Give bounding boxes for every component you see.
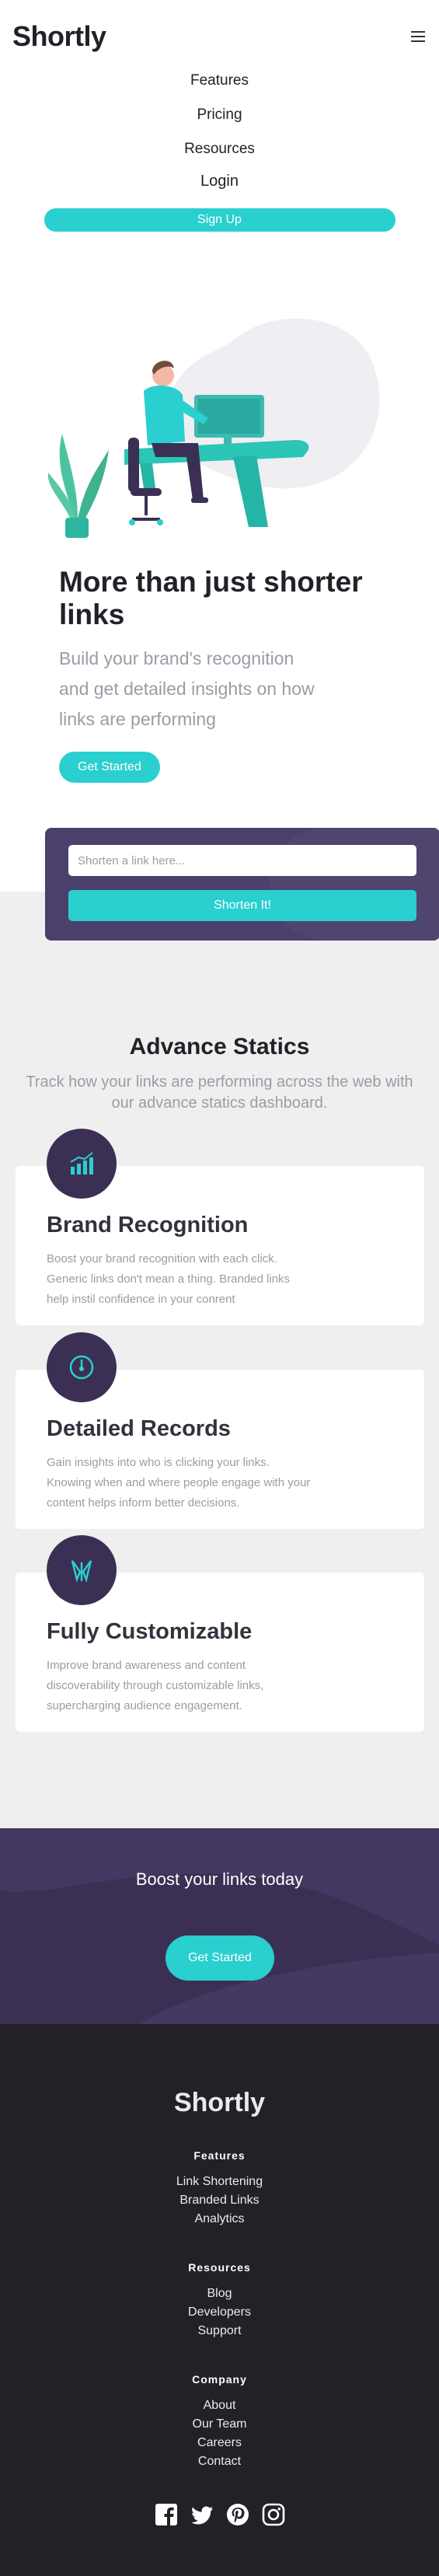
header: Shortly xyxy=(0,0,439,75)
footer-link[interactable]: Blog xyxy=(0,2285,439,2303)
card-text: Boost your brand recognition with each c… xyxy=(47,1252,291,1306)
card-title: Brand Recognition xyxy=(47,1213,249,1237)
footer: Shortly Features Link Shortening Branded… xyxy=(0,2024,439,2576)
footer-link[interactable]: Contact xyxy=(0,2452,439,2471)
hero-title: More than just shorter links xyxy=(59,566,363,630)
card-title: Fully Customizable xyxy=(47,1619,253,1644)
working-person-illustration xyxy=(47,318,380,538)
footer-link[interactable]: Analytics xyxy=(0,2210,439,2229)
card-title: Detailed Records xyxy=(47,1416,231,1441)
boost-section: Boost your links today Get Started xyxy=(0,1828,439,2024)
footer-link[interactable]: Support xyxy=(0,2322,439,2340)
hero-subtitle: Build your brand's recognition and get d… xyxy=(59,648,315,729)
hamburger-menu-icon[interactable] xyxy=(411,31,425,42)
mobile-nav: Features Pricing Resources Login Sign Up xyxy=(0,64,439,232)
shorten-button[interactable]: Shorten It! xyxy=(68,890,416,921)
shorten-link-input[interactable] xyxy=(68,845,416,876)
footer-link[interactable]: Developers xyxy=(0,2303,439,2322)
footer-heading: Features xyxy=(193,2149,246,2162)
page: Shortly Features Pricing Resources Login… xyxy=(0,0,439,2576)
footer-column-features: Features Link Shortening Branded Links A… xyxy=(0,2149,439,2229)
footer-logo[interactable]: Shortly xyxy=(0,2088,439,2118)
hero-section: More than just shorter links Build your … xyxy=(0,566,439,783)
footer-heading: Company xyxy=(192,2373,247,2386)
facebook-icon[interactable] xyxy=(154,2502,179,2527)
instagram-icon[interactable] xyxy=(261,2502,286,2527)
card-text: Improve brand awareness and content disc… xyxy=(47,1659,264,1712)
boost-background-shape xyxy=(0,1828,439,2024)
hero-illustration xyxy=(0,232,439,566)
brush-icon xyxy=(47,1535,117,1605)
feature-card-detailed-records: Detailed Records Gain insights into who … xyxy=(16,1332,424,1529)
nav-resources[interactable]: Resources xyxy=(0,132,439,166)
footer-column-company: Company About Our Team Careers Contact xyxy=(0,2373,439,2471)
card-text: Gain insights into who is clicking your … xyxy=(47,1456,311,1510)
logo[interactable]: Shortly xyxy=(12,20,106,53)
login-link[interactable]: Login xyxy=(0,166,439,196)
pinterest-icon[interactable] xyxy=(225,2502,250,2527)
shorten-form: Shorten It! xyxy=(45,828,439,941)
footer-link[interactable]: Our Team xyxy=(0,2415,439,2434)
signup-button[interactable]: Sign Up xyxy=(44,208,395,232)
statistics-subtitle: Track how your links are performing acro… xyxy=(26,1073,413,1112)
boost-title: Boost your links today xyxy=(135,1869,304,1889)
footer-heading: Resources xyxy=(188,2261,251,2274)
chart-icon xyxy=(47,1129,117,1199)
statistics-title: Advance Statics xyxy=(129,1034,310,1059)
footer-link[interactable]: Branded Links xyxy=(0,2191,439,2210)
nav-pricing[interactable]: Pricing xyxy=(0,98,439,132)
hero-get-started-button[interactable]: Get Started xyxy=(59,752,160,783)
twitter-icon[interactable] xyxy=(190,2502,214,2527)
social-links xyxy=(0,2502,439,2527)
gauge-icon xyxy=(47,1332,117,1402)
footer-link[interactable]: Link Shortening xyxy=(0,2173,439,2191)
feature-card-brand-recognition: Brand Recognition Boost your brand recog… xyxy=(16,1129,424,1325)
footer-column-resources: Resources Blog Developers Support xyxy=(0,2261,439,2340)
footer-link[interactable]: Careers xyxy=(0,2434,439,2452)
footer-link[interactable]: About xyxy=(0,2396,439,2415)
feature-card-fully-customizable: Fully Customizable Improve brand awarene… xyxy=(16,1535,424,1732)
boost-get-started-button[interactable]: Get Started xyxy=(165,1935,274,1981)
